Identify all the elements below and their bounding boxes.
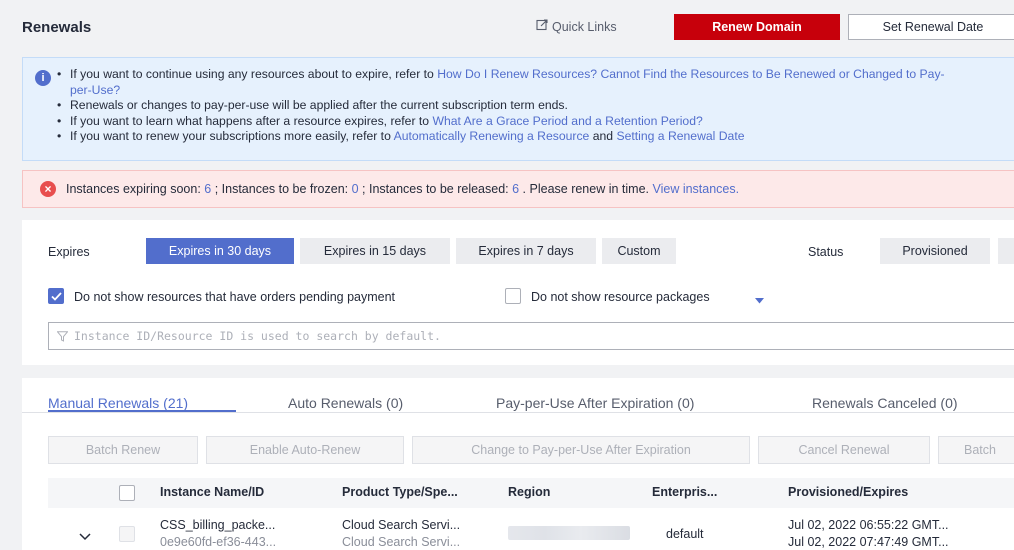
tab-pay-per-use[interactable]: Pay-per-Use After Expiration (0): [496, 395, 694, 411]
batch-renew-button[interactable]: Batch Renew: [48, 436, 198, 464]
how-renew-link[interactable]: How Do I Renew Resources? Cannot Find th…: [437, 67, 944, 81]
info-notice: i If you want to continue using any reso…: [22, 57, 1014, 161]
col-enterprise[interactable]: Enterpris...: [652, 485, 717, 499]
enable-auto-renew-button[interactable]: Enable Auto-Renew: [206, 436, 404, 464]
check-icon: [50, 291, 62, 301]
instance-id: 0e9e60fd-ef36-443...: [160, 535, 277, 549]
filter-panel: Expires Expires in 30 days Expires in 15…: [22, 220, 1014, 365]
alert-text: Instances expiring soon: 6 ; Instances t…: [66, 182, 740, 196]
expires-time: Jul 02, 2022 07:47:49 GMT...: [788, 535, 949, 549]
expand-row-chevron-icon[interactable]: [79, 530, 91, 544]
col-product-type[interactable]: Product Type/Spe...: [342, 485, 458, 499]
page-title: Renewals: [22, 19, 92, 36]
tab-divider: [22, 412, 1014, 413]
col-provisioned-expires[interactable]: Provisioned/Expires: [788, 485, 908, 499]
col-instance-name[interactable]: Instance Name/ID: [160, 485, 264, 499]
col-region[interactable]: Region: [508, 485, 550, 499]
active-tab-indicator: [48, 410, 236, 412]
cancel-renewal-button[interactable]: Cancel Renewal: [758, 436, 930, 464]
tab-manual-renewals[interactable]: Manual Renewals (21): [48, 395, 188, 411]
tab-auto-renewals[interactable]: Auto Renewals (0): [288, 395, 403, 411]
renewal-date-link[interactable]: Setting a Renewal Date: [616, 129, 744, 143]
auto-renew-link[interactable]: Automatically Renewing a Resource: [394, 129, 590, 143]
expires-15-days[interactable]: Expires in 15 days: [300, 238, 450, 264]
status-provisioned[interactable]: Provisioned: [880, 238, 990, 264]
change-pay-per-use-button[interactable]: Change to Pay-per-Use After Expiration: [412, 436, 750, 464]
region-redacted: [508, 526, 630, 540]
status-label: Status: [808, 245, 844, 259]
search-placeholder: Instance ID/Resource ID is used to searc…: [74, 329, 441, 343]
grace-period-link[interactable]: What Are a Grace Period and a Retention …: [432, 114, 702, 128]
instance-name[interactable]: CSS_billing_packe...: [160, 518, 275, 532]
select-all-checkbox[interactable]: [119, 485, 135, 501]
resource-packages-checkbox[interactable]: [505, 288, 521, 304]
provisioned-time: Jul 02, 2022 06:55:22 GMT...: [788, 518, 949, 532]
info-line-1-cont: per-Use?: [70, 83, 945, 99]
search-input[interactable]: Instance ID/Resource ID is used to searc…: [48, 322, 1014, 350]
frozen-count[interactable]: 0: [352, 182, 359, 196]
row-checkbox[interactable]: [119, 526, 135, 542]
expiry-alert: × Instances expiring soon: 6 ; Instances…: [22, 170, 1014, 208]
view-instances-link[interactable]: View instances.: [652, 182, 739, 196]
expires-7-days[interactable]: Expires in 7 days: [456, 238, 596, 264]
status-next-option[interactable]: [998, 238, 1014, 264]
info-icon: i: [35, 70, 51, 86]
pending-payment-checkbox[interactable]: [48, 288, 64, 304]
filter-icon: [57, 330, 68, 342]
set-renewal-date-button[interactable]: Set Renewal Date: [848, 14, 1014, 40]
tab-renewals-canceled[interactable]: Renewals Canceled (0): [812, 395, 958, 411]
info-line-3: If you want to learn what happens after …: [57, 114, 945, 130]
product-type: Cloud Search Servi...: [342, 518, 461, 532]
expires-30-days[interactable]: Expires in 30 days: [146, 238, 294, 264]
error-icon: ×: [40, 181, 56, 197]
info-line-4: If you want to renew your subscriptions …: [57, 129, 945, 145]
expires-custom[interactable]: Custom: [602, 238, 676, 264]
info-line-1: If you want to continue using any resour…: [57, 67, 945, 83]
info-line-2: Renewals or changes to pay-per-use will …: [57, 98, 945, 114]
resource-packages-label: Do not show resource packages: [531, 290, 710, 304]
quick-links-icon: [536, 19, 548, 34]
renewals-table-panel: Manual Renewals (21) Auto Renewals (0) P…: [22, 378, 1014, 550]
pending-payment-label: Do not show resources that have orders p…: [74, 290, 396, 304]
expires-label: Expires: [48, 245, 90, 259]
renew-domain-button[interactable]: Renew Domain: [674, 14, 840, 40]
enterprise-project: default: [666, 527, 704, 541]
product-spec: Cloud Search Servi...: [342, 535, 461, 549]
quick-links-button[interactable]: Quick Links: [536, 19, 617, 34]
chevron-down-icon[interactable]: [755, 293, 764, 307]
how-renew-link-cont[interactable]: per-Use?: [70, 83, 120, 97]
quick-links-label: Quick Links: [552, 19, 617, 34]
batch-more-button[interactable]: Batch: [938, 436, 1014, 464]
